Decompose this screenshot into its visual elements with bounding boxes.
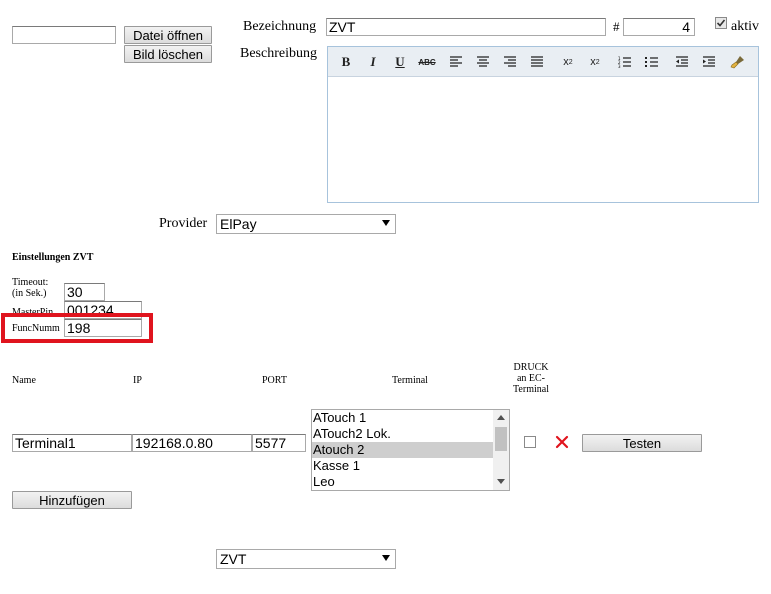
header-terminal: Terminal <box>392 375 428 386</box>
number-hash-label: # <box>613 19 620 34</box>
bold-icon[interactable]: B <box>336 52 356 72</box>
timeout-label: Timeout: (in Sek.) <box>12 277 48 299</box>
scrollbar-thumb[interactable] <box>495 427 507 451</box>
align-right-icon[interactable] <box>500 52 520 72</box>
terminal-option[interactable]: Kasse 1 <box>312 458 493 474</box>
check-icon <box>716 19 726 27</box>
scroll-up-icon[interactable] <box>497 415 505 420</box>
provider-selected-value: ElPay <box>220 216 257 232</box>
header-druck-line3: Terminal <box>513 384 549 395</box>
editor-content[interactable] <box>328 77 758 202</box>
provider-label: Provider <box>159 216 208 231</box>
timeout-label-line1: Timeout: <box>12 277 49 288</box>
description-editor: B I U ABC x2 x2 123 <box>327 46 759 203</box>
scroll-down-icon[interactable] <box>497 479 505 484</box>
timeout-label-line2: (in Sek.) <box>12 288 47 299</box>
header-port: PORT <box>262 375 287 386</box>
delete-image-button[interactable]: Bild löschen <box>124 45 212 63</box>
timeout-input[interactable]: 30 <box>64 283 105 301</box>
add-terminal-button[interactable]: Hinzufügen <box>12 491 132 509</box>
image-file-field[interactable] <box>12 26 116 44</box>
terminal-option[interactable]: ATouch 1 <box>312 410 493 426</box>
align-justify-icon[interactable] <box>527 52 547 72</box>
bezeichnung-input[interactable]: ZVT <box>326 18 606 36</box>
terminal-port-input[interactable]: 5577 <box>252 434 306 452</box>
beschreibung-label: Beschreibung <box>240 46 317 61</box>
editor-toolbar: B I U ABC x2 x2 123 <box>328 47 758 77</box>
terminal-option[interactable]: ATouch2 Lok. <box>312 426 493 442</box>
align-center-icon[interactable] <box>473 52 493 72</box>
terminal-listbox[interactable]: ATouch 1 ATouch2 Lok. Atouch 2 Kasse 1 Leo <box>311 409 510 491</box>
druck-checkbox[interactable] <box>524 436 536 448</box>
align-left-icon[interactable] <box>446 52 466 72</box>
terminal-option[interactable]: Leo <box>312 474 493 490</box>
svg-text:3: 3 <box>618 64 621 69</box>
strikethrough-icon[interactable]: ABC <box>417 52 437 72</box>
number-input[interactable]: 4 <box>623 18 695 36</box>
bezeichnung-label: Bezeichnung <box>243 19 317 34</box>
open-file-button[interactable]: Datei öffnen <box>124 26 212 44</box>
chevron-down-icon <box>382 220 390 226</box>
header-ip: IP <box>133 375 142 386</box>
terminal-option[interactable]: Atouch 2 <box>312 442 493 458</box>
terminal-ip-input[interactable]: 192168.0.80 <box>132 434 252 452</box>
funcnumm-highlight <box>1 313 153 343</box>
header-druck-line2: an EC- <box>516 373 546 384</box>
chevron-down-icon <box>382 555 390 561</box>
italic-icon[interactable]: I <box>363 52 383 72</box>
header-name: Name <box>12 375 36 386</box>
aktiv-checkbox[interactable] <box>715 17 727 29</box>
test-terminal-button[interactable]: Testen <box>582 434 702 452</box>
clean-brush-icon[interactable] <box>728 52 748 72</box>
header-druck: DRUCK an EC- Terminal <box>503 362 559 395</box>
underline-icon[interactable]: U <box>390 52 410 72</box>
listbox-scrollbar[interactable] <box>493 410 509 490</box>
bottom-select[interactable]: ZVT <box>216 549 396 569</box>
subscript-icon[interactable]: x2 <box>558 52 578 72</box>
outdent-icon[interactable] <box>672 52 692 72</box>
header-druck-line1: DRUCK <box>513 362 549 373</box>
bottom-selected-value: ZVT <box>220 551 247 567</box>
superscript-icon[interactable]: x2 <box>585 52 605 72</box>
provider-select[interactable]: ElPay <box>216 214 396 234</box>
terminal-name-input[interactable]: Terminal1 <box>12 434 132 452</box>
settings-heading: Einstellungen ZVT <box>12 252 94 263</box>
ordered-list-icon[interactable]: 123 <box>615 52 635 72</box>
delete-terminal-icon[interactable] <box>555 435 569 449</box>
aktiv-label: aktiv <box>731 19 759 34</box>
unordered-list-icon[interactable] <box>642 52 662 72</box>
indent-icon[interactable] <box>699 52 719 72</box>
